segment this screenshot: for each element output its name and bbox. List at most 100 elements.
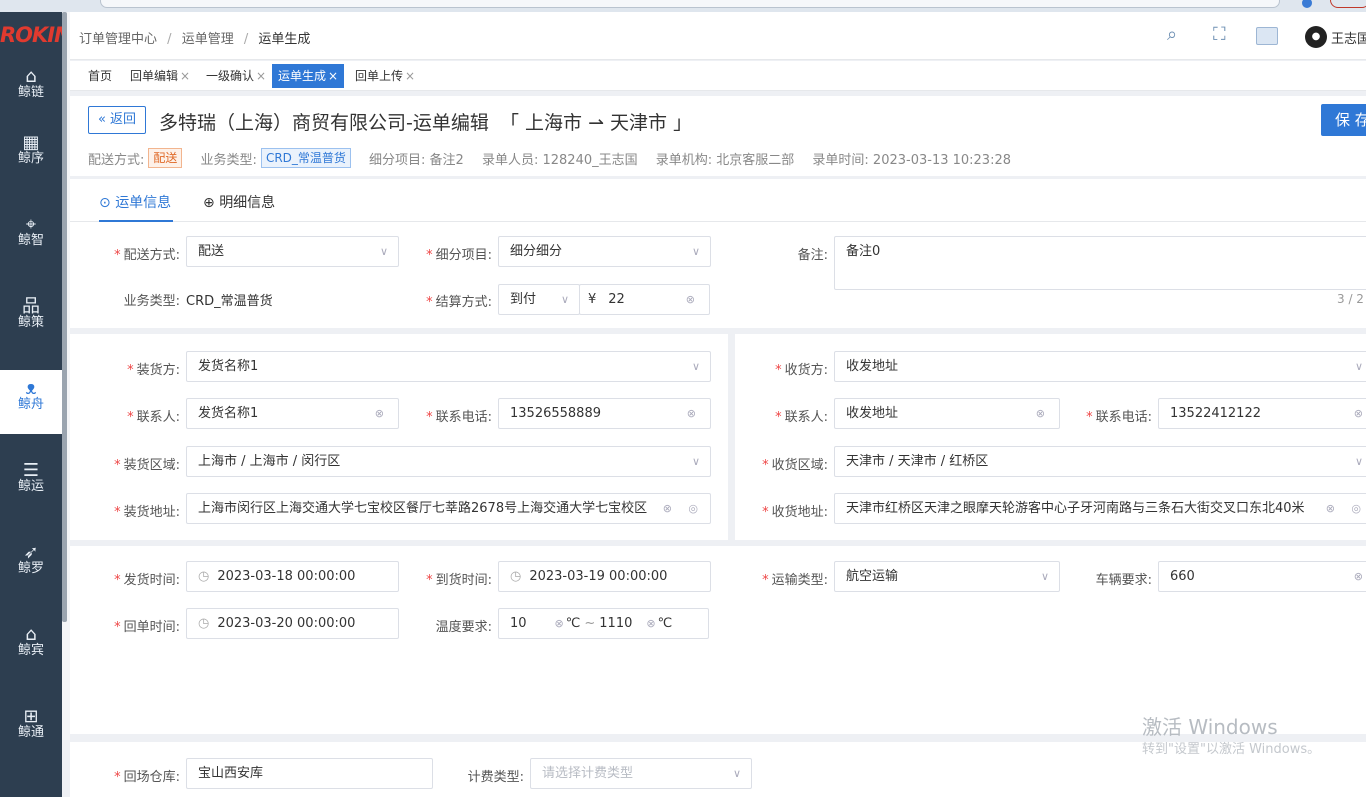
tag-2[interactable]: 一级确认 ×	[200, 64, 273, 88]
clear-icon[interactable]: ⊗	[687, 399, 696, 428]
shipper-region-input[interactable]: 上海市 / 上海市 / 闵行区 ∨	[186, 446, 711, 477]
clear-icon[interactable]: ⊗	[686, 285, 695, 314]
label-fee_type: 计费类型:	[468, 766, 524, 785]
settle-input[interactable]: 到付 ∨	[498, 284, 580, 315]
browser-button[interactable]	[1330, 0, 1366, 8]
arrive-time-input[interactable]: ◷ 2023-03-19 00:00:00	[498, 561, 711, 592]
receiver-region-input[interactable]: 天津市 / 天津市 / 红桥区 ∨	[834, 446, 1366, 477]
receiver-input[interactable]: 收发地址 ∨	[834, 351, 1366, 382]
ship-time-input[interactable]: ◷ 2023-03-18 00:00:00	[186, 561, 399, 592]
translate-icon[interactable]	[1256, 27, 1278, 45]
tag-3[interactable]: 运单生成 ×	[272, 64, 345, 88]
temp-min: 10	[510, 616, 527, 631]
return-wh-input[interactable]: 宝山西安库	[186, 758, 433, 789]
label-biz_type: 业务类型:	[124, 290, 180, 309]
sidebar-item-7[interactable]: ⌂ 鲸宾	[0, 616, 62, 680]
tag-label: 首页	[88, 69, 113, 83]
active-tab-indicator	[99, 220, 173, 222]
shipper-addr-input[interactable]: 上海市闵行区上海交通大学七宝校区餐厅七莘路2678号上海交通大学七宝校区 ⊗ ◎	[186, 493, 711, 524]
tag-1[interactable]: 回单编辑 ×	[124, 64, 197, 88]
search-icon[interactable]: ⌕	[1167, 24, 1177, 45]
receipt-time-input[interactable]: ◷ 2023-03-20 00:00:00	[186, 608, 399, 639]
location-pin-icon[interactable]: ◎	[688, 494, 698, 523]
tab-label: 明细信息	[219, 195, 276, 211]
input-value: 上海市 / 上海市 / 闵行区	[198, 454, 341, 469]
shipper-input[interactable]: 发货名称1 ∨	[186, 351, 711, 382]
label-vehicle_req: 车辆要求:	[1096, 569, 1152, 588]
label-shipper_contact: * 联系人:	[127, 406, 180, 425]
receiver-phone-input[interactable]: 13522412122 ⊗	[1158, 398, 1366, 429]
tag-0[interactable]: 首页	[82, 64, 119, 88]
chevron-down-icon: ∨	[1354, 455, 1363, 468]
shipper-phone-input[interactable]: 13526558889 ⊗	[498, 398, 711, 429]
back-button[interactable]: « 返回	[88, 106, 146, 134]
sidebar-scrollbar[interactable]	[62, 12, 67, 622]
breadcrumb-item[interactable]: 运单管理	[182, 32, 234, 47]
input-value: 22	[608, 292, 625, 307]
user-name[interactable]: 王志国	[1331, 28, 1366, 47]
clear-icon[interactable]: ⊗	[646, 617, 655, 630]
required-mark: *	[762, 505, 769, 520]
clear-icon[interactable]: ⊗	[1354, 562, 1363, 591]
sidebar-item-label: 鲸宾	[17, 643, 44, 658]
temp-unit: ℃	[657, 616, 673, 631]
label-shipper_region: * 装货区域:	[114, 454, 180, 473]
tag-label: 运单生成	[278, 69, 327, 83]
sidebar-item-4[interactable]: ᴥ 鲸舟	[0, 370, 62, 434]
vehicle-req-input[interactable]: 660 ⊗	[1158, 561, 1366, 592]
tag-label: 一级确认	[206, 69, 255, 83]
avatar[interactable]: ●	[1305, 26, 1327, 48]
remark-counter: 3 / 2	[1337, 292, 1364, 306]
clear-icon[interactable]: ⊗	[1354, 399, 1363, 428]
settle-amount-input[interactable]: ¥22 ⊗	[579, 284, 710, 315]
tag-4[interactable]: 回单上传 ×	[349, 64, 422, 88]
close-icon[interactable]: ×	[328, 69, 338, 83]
close-icon[interactable]: ×	[180, 69, 190, 83]
receiver-addr-input[interactable]: 天津市红桥区天津之眼摩天轮游客中心子牙河南路与三条石大街交叉口东北40米 ⊗ ◎	[834, 493, 1366, 524]
input-value: 发货名称1	[198, 359, 259, 374]
required-mark: *	[114, 248, 121, 263]
location-pin-icon[interactable]: ◎	[1351, 494, 1361, 523]
delivery-method-input[interactable]: 配送 ∨	[186, 236, 399, 267]
temperature-range-input[interactable]: 10 ⊗ ℃ ~1110 ⊗ ℃	[498, 608, 709, 639]
sidebar-item-5[interactable]: ☰ 鲸运	[0, 452, 62, 516]
fee-type-input[interactable]: 请选择计费类型 ∨	[530, 758, 752, 789]
label-receiver_region: * 收货区域:	[762, 454, 828, 473]
tab-detail-info[interactable]: ⊕ 明细信息	[203, 192, 275, 212]
clear-icon[interactable]: ⊗	[663, 494, 672, 523]
temp-max: 1110	[599, 616, 633, 631]
sub-item-input[interactable]: 细分细分 ∨	[498, 236, 711, 267]
input-value: 发货名称1	[198, 406, 259, 421]
transport-type-input[interactable]: 航空运输 ∨	[834, 561, 1060, 592]
clear-icon[interactable]: ⊗	[375, 399, 384, 428]
tab-waybill-info[interactable]: ⊙ 运单信息	[99, 192, 171, 212]
field-label: 联系人:	[136, 410, 180, 425]
clear-icon[interactable]: ⊗	[1326, 494, 1335, 523]
breadcrumb-item[interactable]: 订单管理中心	[79, 32, 157, 47]
required-mark: *	[114, 458, 121, 473]
sidebar-item-2[interactable]: ⌖ 鲸智	[0, 206, 62, 270]
close-icon[interactable]: ×	[256, 69, 266, 83]
sidebar-item-label: 鲸策	[17, 315, 44, 330]
fullscreen-icon[interactable]: ⛶	[1213, 24, 1226, 45]
field-label: 细分项目:	[435, 248, 492, 263]
sidebar-item-label: 鲸舟	[17, 397, 44, 412]
sidebar-item-1[interactable]: ▦ 鲸序	[0, 124, 62, 188]
shipper-contact-input[interactable]: 发货名称1 ⊗	[186, 398, 399, 429]
field-label: 车辆要求:	[1095, 573, 1152, 588]
sidebar-item-0[interactable]: ⌂ 鲸链	[0, 58, 62, 122]
remark-textarea[interactable]: 备注0	[834, 236, 1366, 290]
save-button[interactable]: 保 存	[1321, 104, 1366, 136]
sidebar-item-8[interactable]: ⊞ 鲸通	[0, 698, 62, 762]
required-mark: *	[127, 363, 134, 378]
clear-icon[interactable]: ⊗	[1036, 399, 1045, 428]
sidebar-item-6[interactable]: ➶ 鲸罗	[0, 534, 62, 598]
field-label: 联系人:	[784, 410, 828, 425]
clear-icon[interactable]: ⊗	[555, 617, 564, 630]
sidebar-item-label: 鲸智	[17, 233, 44, 248]
close-icon[interactable]: ×	[405, 69, 415, 83]
input-value: 上海市闵行区上海交通大学七宝校区餐厅七莘路2678号上海交通大学七宝校区	[198, 501, 648, 516]
address-bar[interactable]	[100, 0, 1280, 8]
sidebar-item-3[interactable]: 品鲸策	[0, 288, 62, 352]
receiver-contact-input[interactable]: 收发地址 ⊗	[834, 398, 1060, 429]
